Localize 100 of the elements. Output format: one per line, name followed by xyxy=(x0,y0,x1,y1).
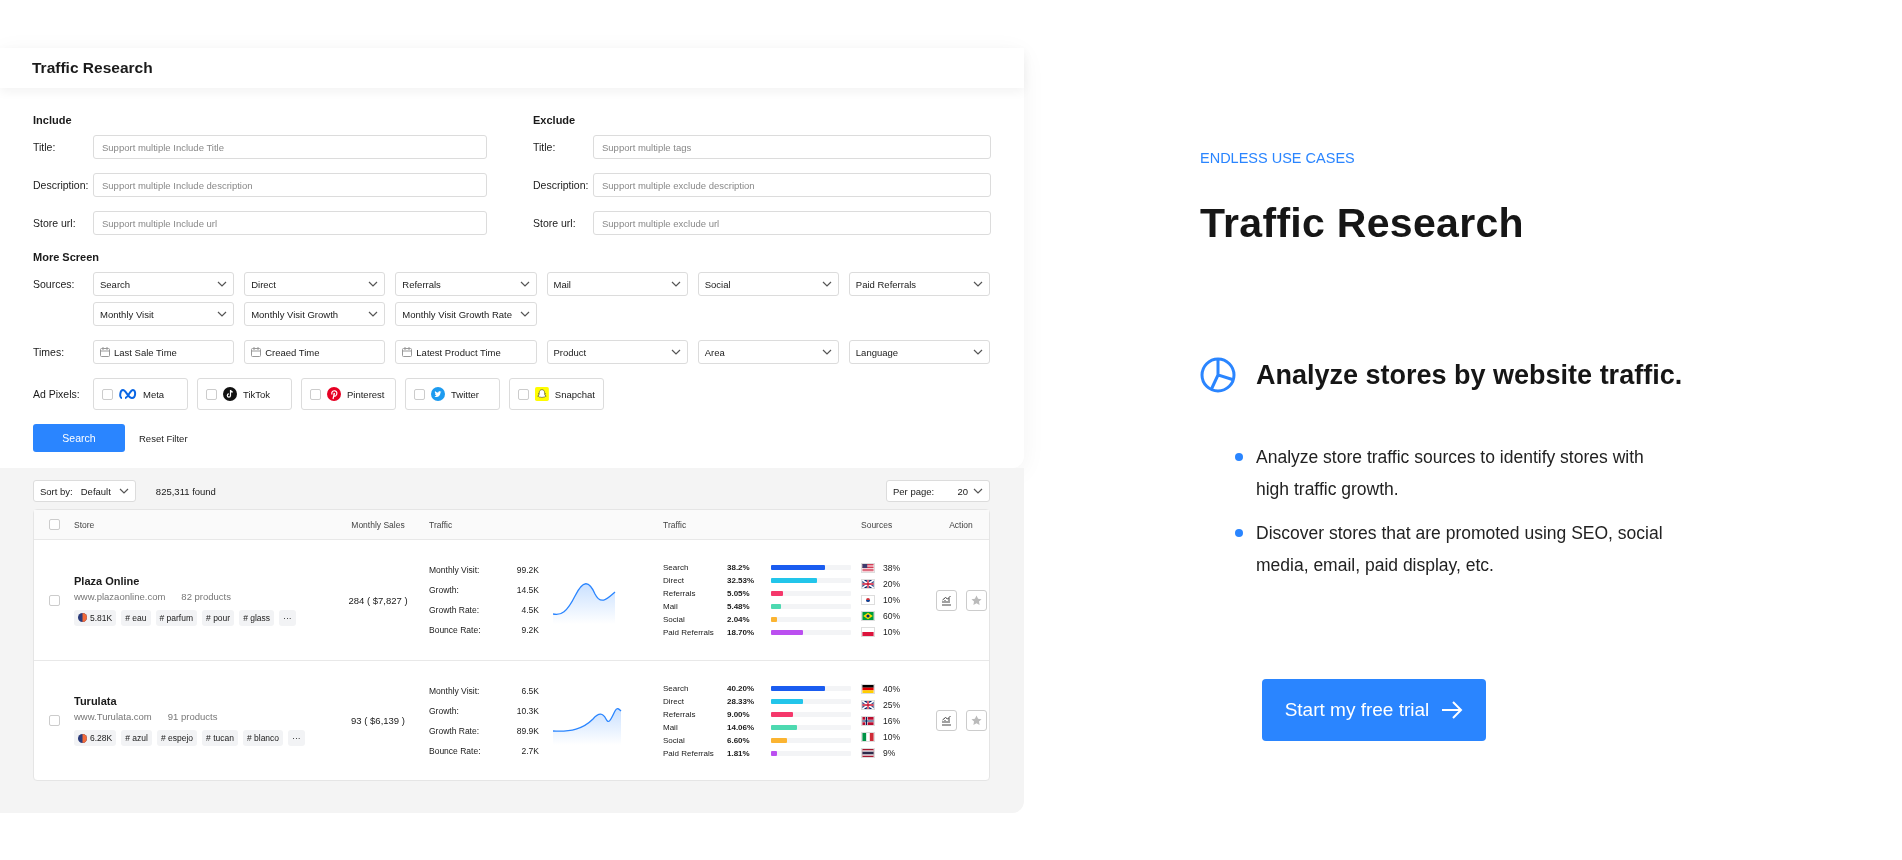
keyword-tag[interactable]: # blanco xyxy=(242,730,284,746)
free-trial-button[interactable]: Start my free trial xyxy=(1262,679,1486,741)
country-share: 10% xyxy=(883,731,901,742)
keyword-tag[interactable]: # azul xyxy=(121,730,152,746)
sort-dropdown[interactable]: Sort by: Default xyxy=(33,480,136,502)
option-label: Snapchat xyxy=(554,388,595,400)
dropdown[interactable]: Product xyxy=(546,340,688,364)
chart-button[interactable] xyxy=(935,710,957,731)
keyword-tag[interactable]: # parfum xyxy=(155,609,198,626)
dropdown[interactable]: Social xyxy=(697,272,839,296)
dropdown[interactable]: Language xyxy=(848,340,990,364)
pixel-option[interactable]: Pinterest xyxy=(301,378,396,410)
column-header: Sources xyxy=(861,519,893,530)
country-share: 25% xyxy=(883,699,901,710)
dropdown[interactable]: Monthly Visit Growth Rate xyxy=(395,302,537,326)
pixel-option[interactable]: Meta xyxy=(93,378,188,410)
checkbox[interactable] xyxy=(310,388,321,400)
date-field[interactable]: Last Sale Time xyxy=(93,340,235,364)
channel-share: 18.70% xyxy=(727,628,756,637)
text-field[interactable]: Support multiple Include Title xyxy=(93,135,487,159)
date-field[interactable]: Creaed Time xyxy=(244,340,386,364)
favorite-button[interactable] xyxy=(965,589,987,611)
monthly-sales: 93 ( $6,139 ) xyxy=(350,715,406,726)
store-name[interactable]: Turulata xyxy=(74,695,336,707)
section-heading: Exclude xyxy=(533,114,577,126)
pin-logo-icon xyxy=(327,387,341,401)
checkbox[interactable] xyxy=(48,519,60,530)
field-label: Store url: xyxy=(33,217,77,229)
channel-name: Social xyxy=(663,735,686,745)
dropdown[interactable]: Monthly Visit xyxy=(93,302,235,326)
channel-share: 38.2% xyxy=(727,563,751,572)
favorite-button[interactable] xyxy=(965,710,987,731)
chevron-down-icon xyxy=(670,281,681,287)
dropdown[interactable]: Area xyxy=(697,340,839,364)
more-tags-button[interactable]: ··· xyxy=(279,609,296,626)
keyword-tag[interactable]: # eau xyxy=(121,609,151,626)
text-field[interactable]: Support multiple exclude description xyxy=(593,173,991,197)
search-button[interactable]: Search xyxy=(33,424,125,452)
text-field[interactable]: Support multiple Include url xyxy=(93,211,487,235)
calendar-icon xyxy=(100,347,110,357)
keyword-tag[interactable]: # espejo xyxy=(156,730,198,746)
channel-share: 40.20% xyxy=(727,683,756,693)
metric-label: Bounce Rate: xyxy=(429,625,482,635)
checkbox[interactable] xyxy=(48,715,60,726)
more-tags-button[interactable]: ··· xyxy=(288,730,305,746)
checkbox[interactable] xyxy=(48,594,60,606)
channel-name: Referrals xyxy=(663,589,697,598)
dropdown[interactable]: Referrals xyxy=(395,272,537,296)
dropdown[interactable]: Search xyxy=(93,272,235,296)
text-field[interactable]: Support multiple tags xyxy=(593,135,991,159)
country-share: 60% xyxy=(883,611,901,621)
pixel-option[interactable]: TikTok xyxy=(197,378,292,410)
bird-logo-icon xyxy=(431,387,445,401)
checkbox[interactable] xyxy=(518,388,529,400)
product-count: 82 products xyxy=(181,590,231,602)
country-share: 10% xyxy=(883,595,901,605)
metric-value: 6.5K xyxy=(520,685,539,696)
chevron-down-icon xyxy=(217,311,228,317)
arrow-right-icon xyxy=(1441,700,1464,720)
page-title: Traffic Research xyxy=(1200,200,1525,247)
checkbox[interactable] xyxy=(102,388,113,400)
date-field[interactable]: Latest Product Time xyxy=(395,340,537,364)
results-count: 825,311 found xyxy=(155,485,216,497)
chevron-down-icon xyxy=(973,349,983,355)
monthly-sales: 284 ( $7,827 ) xyxy=(347,594,409,606)
store-name[interactable]: Plaza Online xyxy=(74,574,336,587)
country-share: 40% xyxy=(883,683,901,694)
dropdown[interactable]: Mail xyxy=(546,272,688,296)
checkbox[interactable] xyxy=(206,388,217,400)
dropdown[interactable]: Direct xyxy=(244,272,386,296)
channel-share: 1.81% xyxy=(727,748,751,758)
traffic-logo-icon xyxy=(78,613,87,622)
dropdown[interactable]: Monthly Visit Growth xyxy=(244,302,386,326)
keyword-tag[interactable]: # pour xyxy=(202,609,235,626)
feature-heading: Analyze stores by website traffic. xyxy=(1256,359,1683,391)
pixel-option[interactable]: Snapchat xyxy=(509,378,604,410)
channel-name: Direct xyxy=(663,576,685,585)
per-page-dropdown[interactable]: Per page: 20 xyxy=(886,480,990,502)
channel-share: 28.33% xyxy=(727,696,756,706)
reset-filter-link[interactable]: Reset Filter xyxy=(139,432,188,444)
metric-value: 10.3K xyxy=(515,705,539,716)
keyword-tag[interactable]: # tucan xyxy=(202,730,238,746)
panel-title: Traffic Research xyxy=(0,48,1024,88)
dropdown[interactable]: Paid Referrals xyxy=(848,272,990,296)
text-field[interactable]: Support multiple Include description xyxy=(93,173,487,197)
text-field[interactable]: Support multiple exclude url xyxy=(593,211,991,235)
traffic-badge: 6.28K xyxy=(74,730,117,746)
star-icon xyxy=(970,715,982,726)
chart-button[interactable] xyxy=(935,589,957,611)
channel-share: 5.48% xyxy=(727,602,751,611)
chart-icon xyxy=(940,715,952,726)
metric-label: Growth Rate: xyxy=(429,605,481,615)
keyword-tag[interactable]: # glass xyxy=(239,609,275,626)
field-label: Times: xyxy=(33,346,66,358)
pixel-option[interactable]: Twitter xyxy=(405,378,500,410)
channel-name: Direct xyxy=(663,696,685,706)
option-label: Twitter xyxy=(451,388,479,400)
country-share: 10% xyxy=(883,627,901,637)
metric-label: Monthly Visit: xyxy=(429,565,481,575)
checkbox[interactable] xyxy=(414,388,425,400)
